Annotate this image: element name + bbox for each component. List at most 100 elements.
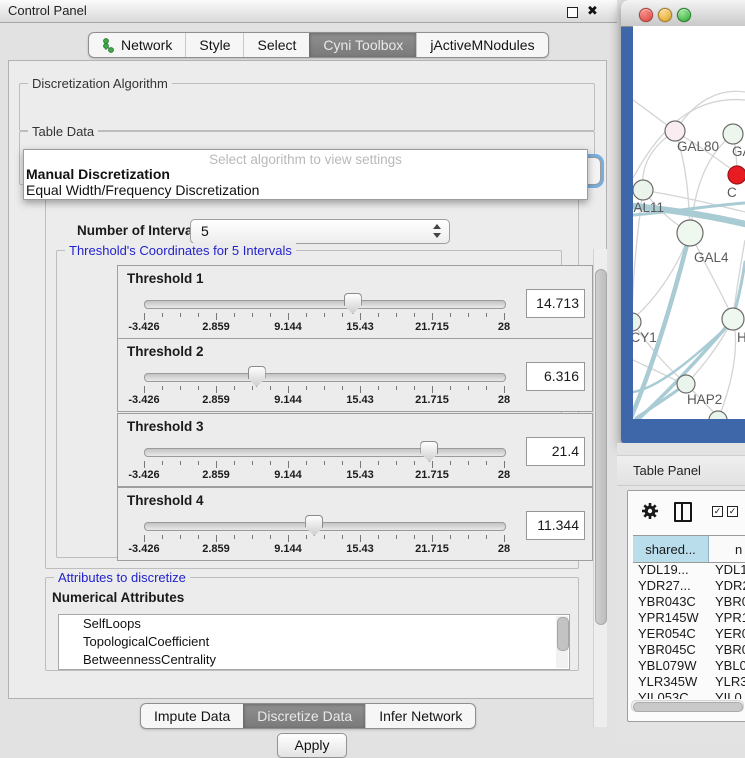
slider-track[interactable] [144, 448, 506, 457]
network-node[interactable] [709, 411, 727, 419]
tick-mark [396, 386, 397, 390]
tick-mark [396, 461, 397, 465]
zoom-traffic-light-icon[interactable] [677, 8, 691, 22]
tick-mark [360, 461, 361, 468]
slider-thumb[interactable] [248, 366, 266, 387]
tab-label: Infer Network [379, 708, 462, 724]
cyni-toolbox-panel: Discretization Algorithm Select algorith… [8, 60, 607, 699]
network-node-c[interactable] [728, 166, 745, 184]
cell-shared-name: YPR145W [633, 610, 708, 626]
number-of-intervals-combobox[interactable]: 5 [190, 219, 450, 244]
tab-label: Cyni Toolbox [323, 37, 403, 53]
network-view-window: GAL80GACGAL11GAL4GCY1HHAP2 [621, 0, 745, 443]
attribute-list-item[interactable]: BetweennessCentrality [59, 651, 569, 669]
slider-track[interactable] [144, 300, 506, 309]
table-row[interactable]: YDR27...YDR2 [633, 578, 745, 594]
tick-mark [396, 535, 397, 539]
tab-infer-network[interactable]: Infer Network [365, 704, 475, 728]
tab-impute-data[interactable]: Impute Data [141, 704, 243, 728]
close-icon[interactable]: ✖ [587, 3, 599, 15]
tick-mark [504, 313, 505, 320]
column-header-shared-name[interactable]: shared... [633, 536, 709, 562]
axis-tick-label: 9.144 [274, 543, 302, 555]
attributes-scrollbar[interactable] [556, 616, 568, 668]
tab-style[interactable]: Style [185, 33, 243, 57]
popup-option[interactable]: Equal Width/Frequency Discretization [26, 182, 585, 198]
scrollbar-thumb[interactable] [633, 702, 743, 712]
node-label: GAL4 [694, 250, 729, 265]
slider-axis-labels: -3.4262.8599.14415.4321.71528 [144, 321, 504, 334]
cell-name: YBL0 [708, 658, 745, 674]
table-row[interactable]: YDL19...YDL1 [633, 562, 745, 578]
attribute-list-item[interactable]: TopologicalCoefficient [59, 633, 569, 651]
threshold-value-field[interactable]: 11.344 [526, 511, 585, 540]
tick-mark [234, 461, 235, 465]
table-row[interactable]: YBR043CYBR0 [633, 594, 745, 610]
numerical-attributes-list[interactable]: SelfLoopsTopologicalCoefficientBetweenne… [58, 614, 570, 670]
axis-tick-label: 21.715 [415, 321, 449, 333]
table-row[interactable]: YBL079WYBL0 [633, 658, 745, 674]
table-row[interactable]: YPR145WYPR1 [633, 610, 745, 626]
table-row[interactable]: YLR345WYLR3 [633, 674, 745, 690]
popup-option[interactable]: Manual Discretization [26, 166, 585, 182]
slider-track[interactable] [144, 522, 506, 531]
apply-button[interactable]: Apply [277, 733, 347, 758]
panel-scrollbar[interactable] [593, 249, 607, 727]
checkbox-checked-icon[interactable]: ✓ [727, 506, 738, 517]
tab-discretize-data[interactable]: Discretize Data [243, 704, 365, 728]
tick-mark [414, 386, 415, 390]
checkbox-checked-icon[interactable]: ✓ [712, 506, 723, 517]
scrollbar-thumb[interactable] [557, 617, 569, 651]
network-node-gal11[interactable] [633, 180, 653, 200]
table-row[interactable]: YIL053CYIL0 [633, 690, 745, 699]
axis-tick-label: 2.859 [202, 543, 230, 555]
attribute-items: SelfLoopsTopologicalCoefficientBetweenne… [59, 615, 569, 669]
tick-mark [198, 461, 199, 465]
network-node-gcy1[interactable] [633, 313, 641, 331]
tab-jactivemnodules[interactable]: jActiveMNodules [416, 33, 547, 57]
table-rows: YDL19...YDL1YDR27...YDR2YBR043CYBR0YPR14… [633, 562, 745, 699]
axis-tick-label: 28 [498, 543, 510, 555]
attribute-list-item[interactable]: SelfLoops [59, 615, 569, 633]
node-label: C [727, 185, 737, 200]
slider-track[interactable] [144, 373, 506, 382]
axis-tick-label: -3.426 [128, 469, 159, 481]
tick-mark [306, 386, 307, 390]
control-panel-window: Control Panel ✖ NetworkStyleSelect Cyni T… [0, 0, 617, 745]
close-traffic-light-icon[interactable] [639, 8, 653, 22]
split-column-icon[interactable] [674, 502, 692, 522]
scrollbar-thumb[interactable] [595, 269, 607, 625]
column-header-name[interactable]: n [709, 536, 745, 562]
threshold-label: Threshold 2 [127, 344, 204, 359]
threshold-value-field[interactable]: 14.713 [526, 289, 585, 318]
table-row[interactable]: YER054CYER0 [633, 626, 745, 642]
cell-name: YDL1 [708, 562, 745, 578]
tab-network[interactable]: Network [89, 33, 185, 57]
slider-thumb[interactable] [305, 515, 323, 536]
table-row[interactable]: YBR045CYBR0 [633, 642, 745, 658]
threshold-value-field[interactable]: 6.316 [526, 362, 585, 391]
network-node-gal80[interactable] [665, 121, 685, 141]
minimize-traffic-light-icon[interactable] [658, 8, 672, 22]
network-node-hap2[interactable] [677, 375, 695, 393]
window-title: Control Panel [8, 3, 87, 18]
tab-cyni-toolbox[interactable]: Cyni Toolbox [309, 33, 416, 57]
network-canvas[interactable]: GAL80GACGAL11GAL4GCY1HHAP2 [633, 26, 745, 419]
tab-label: Discretize Data [257, 708, 352, 724]
tab-select[interactable]: Select [243, 33, 309, 57]
tick-mark [504, 386, 505, 393]
axis-tick-label: 2.859 [202, 469, 230, 481]
network-node-h[interactable] [722, 308, 744, 330]
slider-thumb[interactable] [344, 293, 362, 314]
slider-thumb[interactable] [420, 441, 438, 462]
network-node-gal4[interactable] [677, 220, 703, 246]
threshold-value-field[interactable]: 21.4 [526, 437, 585, 466]
cell-shared-name: YER054C [633, 626, 708, 642]
axis-tick-label: 2.859 [202, 394, 230, 406]
tick-mark [288, 313, 289, 320]
table-horizontal-scrollbar[interactable] [631, 700, 744, 712]
cell-name: YLR3 [708, 674, 745, 690]
gear-icon[interactable] [641, 502, 659, 520]
network-node-ga[interactable] [723, 124, 743, 144]
float-window-icon[interactable] [567, 7, 578, 18]
